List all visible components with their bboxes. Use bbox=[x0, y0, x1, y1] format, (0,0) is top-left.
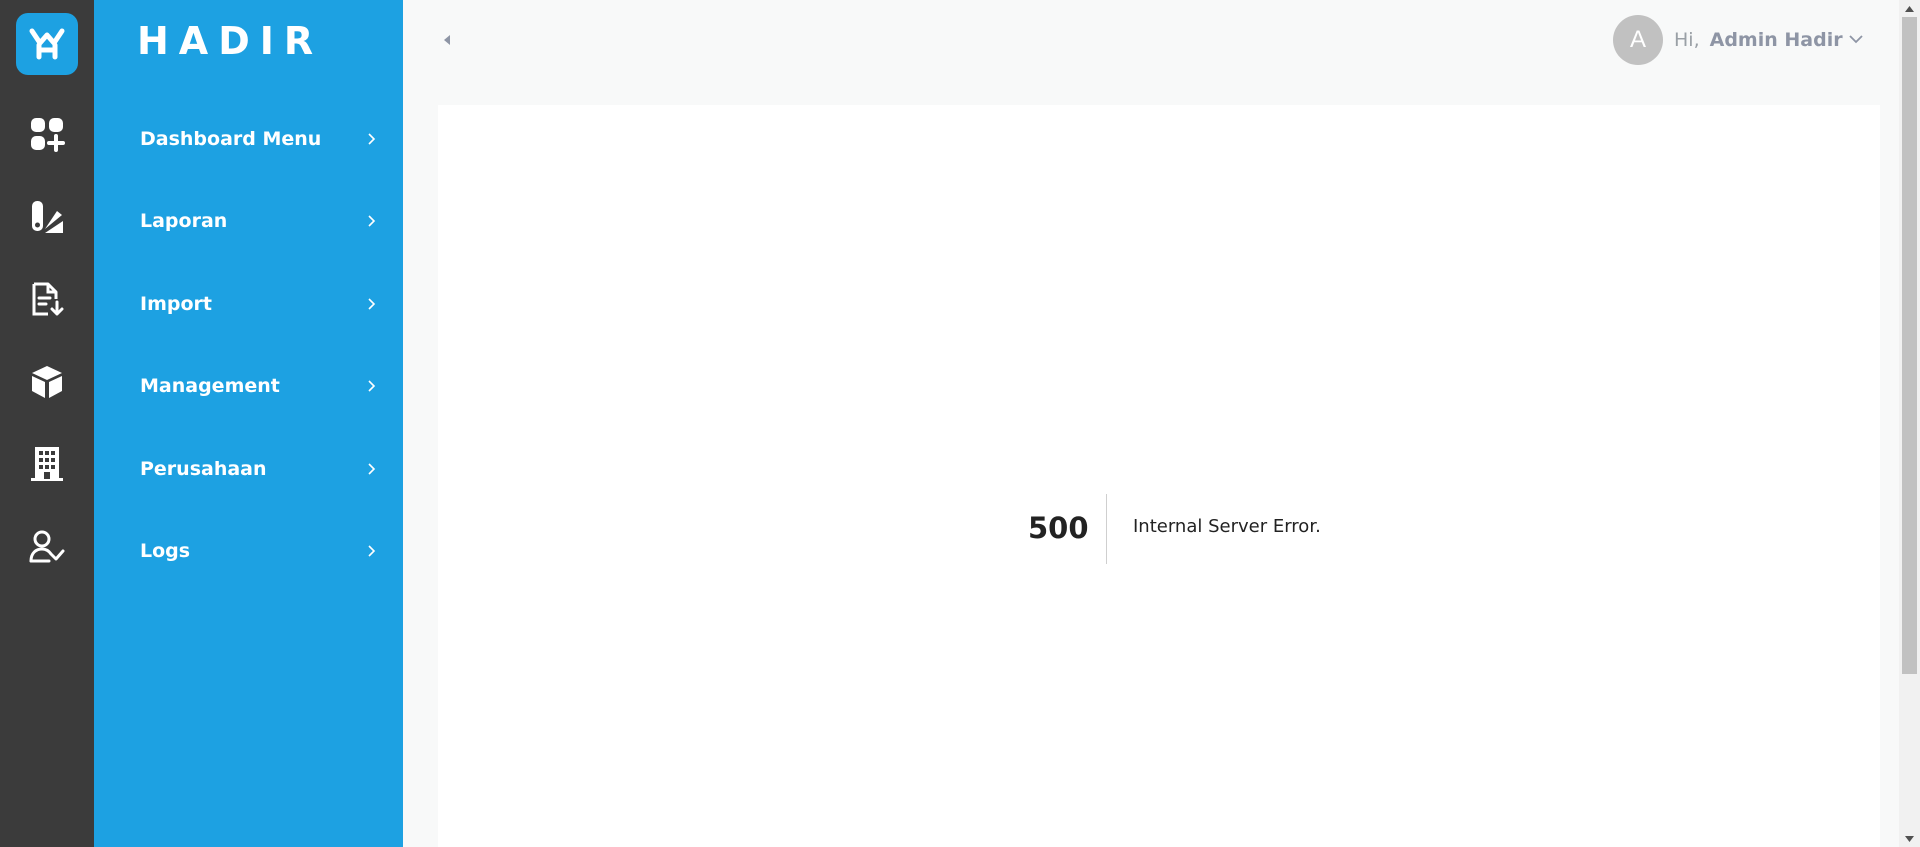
chevron-right-icon bbox=[365, 132, 379, 146]
error-code: 500 bbox=[1028, 511, 1089, 545]
menu-item-label: Logs bbox=[140, 540, 191, 562]
menu-item-label: Perusahaan bbox=[140, 458, 267, 480]
menu-item-laporan[interactable]: Laporan bbox=[94, 193, 403, 249]
scroll-down-icon[interactable] bbox=[1899, 830, 1920, 847]
menu-item-label: Laporan bbox=[140, 210, 228, 232]
top-bar: A Hi, Admin Hadir bbox=[403, 0, 1899, 80]
scroll-up-icon[interactable] bbox=[1899, 0, 1920, 17]
menu-item-perusahaan[interactable]: Perusahaan bbox=[94, 441, 403, 497]
brand-title: HADIR bbox=[137, 19, 324, 63]
main-content: 500 Internal Server Error. bbox=[438, 105, 1880, 847]
menu-item-label: Dashboard Menu bbox=[140, 128, 322, 150]
package-box-icon[interactable] bbox=[23, 358, 71, 406]
report-chart-icon[interactable] bbox=[23, 193, 71, 241]
icon-rail bbox=[0, 0, 94, 847]
chevron-right-icon bbox=[365, 544, 379, 558]
app-logo-icon[interactable] bbox=[16, 13, 78, 75]
menu-item-label: Import bbox=[140, 293, 212, 315]
menu-item-management[interactable]: Management bbox=[94, 358, 403, 414]
collapse-sidebar-button[interactable] bbox=[443, 33, 455, 47]
file-import-icon[interactable] bbox=[23, 275, 71, 323]
user-name: Admin Hadir bbox=[1709, 29, 1843, 51]
sidebar-menu: HADIR Dashboard Menu Laporan Import Mana… bbox=[94, 0, 403, 847]
menu-item-logs[interactable]: Logs bbox=[94, 523, 403, 579]
chevron-right-icon bbox=[365, 379, 379, 393]
menu-item-import[interactable]: Import bbox=[94, 276, 403, 332]
office-building-icon[interactable] bbox=[23, 440, 71, 488]
chevron-right-icon bbox=[365, 297, 379, 311]
menu-item-dashboard[interactable]: Dashboard Menu bbox=[94, 111, 403, 167]
chevron-down-icon bbox=[1848, 31, 1863, 49]
error-divider bbox=[1106, 494, 1107, 564]
dashboard-add-icon[interactable] bbox=[23, 110, 71, 158]
caret-left-icon bbox=[444, 35, 450, 45]
greeting-text: Hi, bbox=[1674, 29, 1700, 51]
menu-item-label: Management bbox=[140, 375, 280, 397]
error-message: Internal Server Error. bbox=[1133, 516, 1321, 537]
chevron-right-icon bbox=[365, 214, 379, 228]
user-check-icon[interactable] bbox=[23, 523, 71, 571]
user-menu[interactable]: A Hi, Admin Hadir bbox=[1613, 14, 1863, 66]
scrollbar-thumb[interactable] bbox=[1902, 17, 1917, 674]
avatar: A bbox=[1613, 15, 1663, 65]
chevron-right-icon bbox=[365, 462, 379, 476]
page-scrollbar[interactable] bbox=[1899, 0, 1920, 847]
